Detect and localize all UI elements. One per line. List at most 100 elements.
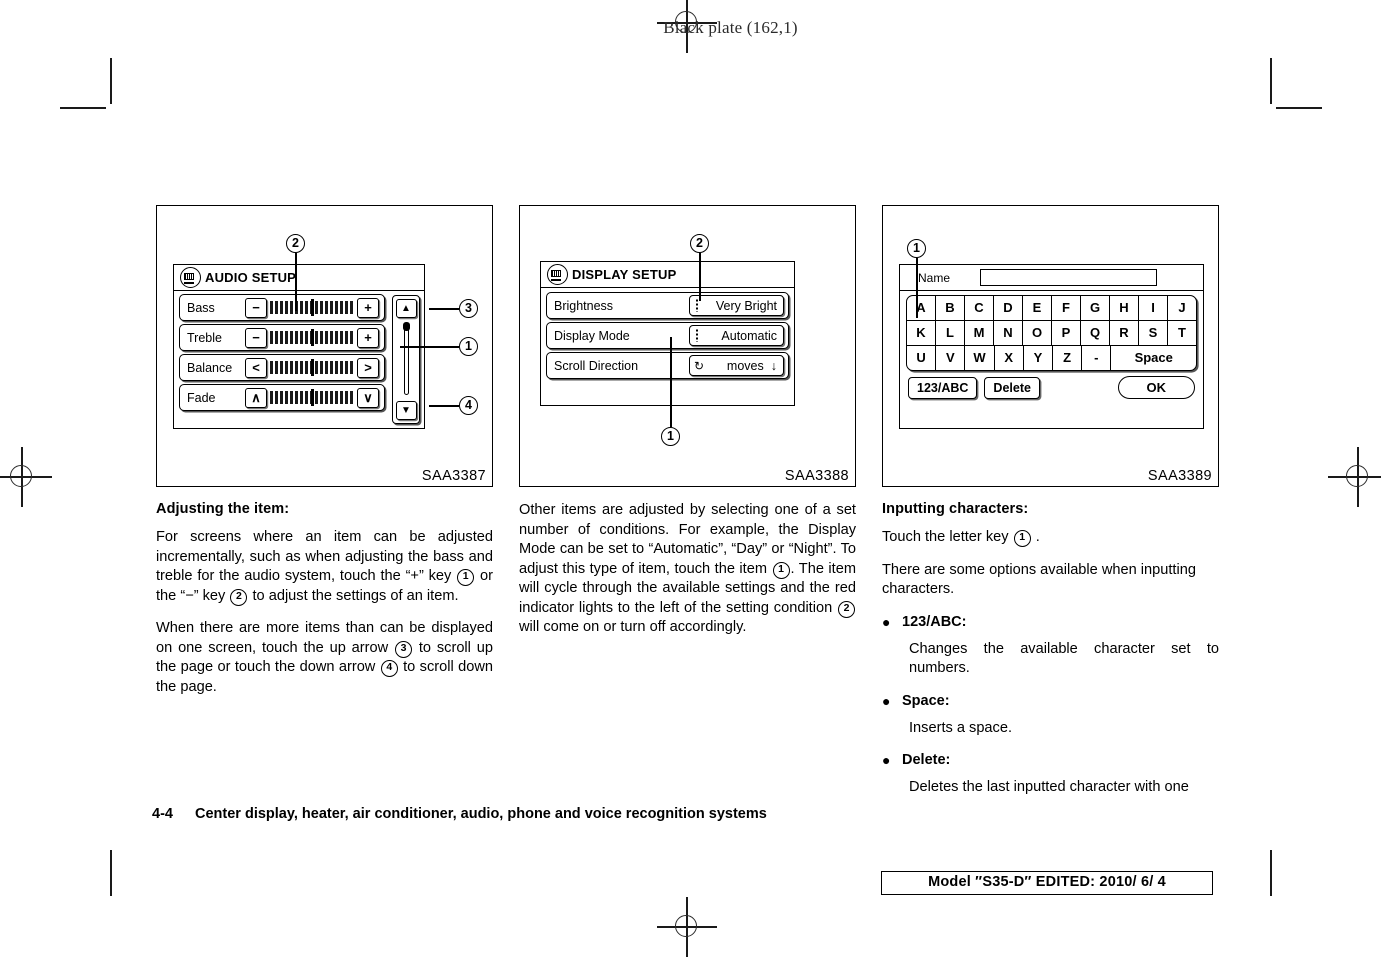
para-touch-text-a: Touch the letter key	[882, 529, 1009, 545]
key-d[interactable]: D	[993, 296, 1022, 320]
key-space[interactable]: Space	[1110, 346, 1196, 370]
key-r[interactable]: R	[1109, 321, 1138, 345]
audio-row-fade[interactable]: Fade ∧ ∨	[179, 384, 385, 411]
bullet-item-123abc: ● 123/ABC:	[882, 613, 1219, 632]
scrollbar-thumb[interactable]	[403, 322, 410, 331]
registration-mark-right	[1328, 447, 1381, 507]
bass-slider-track[interactable]	[270, 299, 354, 316]
bass-slider-marker	[311, 299, 314, 316]
key-h[interactable]: H	[1109, 296, 1138, 320]
key-v[interactable]: V	[935, 346, 964, 370]
fade-slider-track[interactable]	[270, 389, 354, 406]
scroll-up-arrow-icon[interactable]: ▲	[395, 299, 417, 318]
display-mode-value: Automatic	[721, 328, 777, 343]
bullet-item-space: ● Space:	[882, 692, 1219, 711]
bass-minus-button[interactable]: −	[245, 297, 267, 318]
figure-id-display: SAA3388	[784, 468, 849, 484]
figure-audio-setup: 2 3 1 4 AUDIO SETUP Bass − + Treble − + …	[156, 205, 493, 487]
key-i[interactable]: I	[1138, 296, 1167, 320]
audio-scrollbar[interactable]: ▲ ▼	[392, 295, 420, 424]
callout-1-keyboard: 1	[907, 239, 926, 258]
balance-right-button[interactable]: >	[357, 357, 379, 378]
callout-1-display: 1	[661, 427, 680, 446]
key-n[interactable]: N	[993, 321, 1022, 345]
keyboard-grid: A B C D E F G H I J K L M N O P Q R S T …	[906, 295, 1197, 371]
display-setup-screen: DISPLAY SETUP Brightness Very Bright Dis…	[540, 261, 795, 406]
audio-setup-title-bar: AUDIO SETUP	[174, 265, 424, 291]
para-adjust-text-c: to adjust the settings of an item.	[252, 587, 459, 604]
key-l[interactable]: L	[935, 321, 964, 345]
crop-mark-top-right-horizontal	[1276, 107, 1322, 109]
display-row-brightness-label: Brightness	[554, 298, 614, 313]
paragraph-adjust-item: For screens where an item can be adjuste…	[156, 528, 493, 606]
crop-mark-top-right-vertical	[1270, 58, 1272, 104]
name-input[interactable]	[980, 269, 1157, 286]
inline-callout-2: 2	[230, 588, 248, 606]
key-x[interactable]: X	[993, 346, 1023, 370]
display-row-scroll-direction[interactable]: Scroll Direction ↻ moves ↓	[546, 352, 789, 379]
inline-callout-1: 1	[1013, 530, 1031, 547]
brightness-value-button[interactable]: Very Bright	[689, 295, 784, 316]
down-arrow-icon: ↓	[770, 358, 777, 373]
scroll-down-arrow-icon[interactable]: ▼	[395, 401, 417, 420]
key-c[interactable]: C	[964, 296, 993, 320]
para-adjust-text-a: For screens where an item can be adjuste…	[156, 529, 493, 584]
audio-row-balance-label: Balance	[187, 360, 233, 375]
key-g[interactable]: G	[1080, 296, 1109, 320]
fade-slider-marker	[311, 389, 314, 406]
fade-down-button[interactable]: ∨	[357, 387, 379, 408]
paragraph-other-items: Other items are adjusted by selecting on…	[519, 501, 856, 638]
display-row-display-mode[interactable]: Display Mode Automatic	[546, 322, 789, 349]
display-setup-title: DISPLAY SETUP	[572, 267, 677, 282]
delete-button[interactable]: Delete	[984, 376, 1040, 399]
audio-row-treble[interactable]: Treble − +	[179, 324, 385, 351]
leader-callout-3-audio	[429, 308, 459, 310]
scroll-direction-value-button[interactable]: ↻ moves ↓	[689, 355, 784, 376]
display-row-brightness[interactable]: Brightness Very Bright	[546, 292, 789, 319]
scrollbar-track[interactable]	[404, 324, 409, 395]
fade-up-button[interactable]: ∧	[245, 387, 267, 408]
balance-left-button[interactable]: <	[245, 357, 267, 378]
key-q[interactable]: Q	[1080, 321, 1109, 345]
keyboard-screen: Name A B C D E F G H I J K L M N O P Q R…	[899, 264, 1204, 429]
key-u[interactable]: U	[907, 346, 935, 370]
audio-row-bass[interactable]: Bass − +	[179, 294, 385, 321]
balance-slider-track[interactable]	[270, 359, 354, 376]
key-hyphen[interactable]: -	[1081, 346, 1110, 370]
key-k[interactable]: K	[907, 321, 935, 345]
keyboard-bottom-bar: 123/ABC Delete OK	[908, 376, 1195, 399]
display-mode-value-button[interactable]: Automatic	[689, 325, 784, 346]
key-t[interactable]: T	[1167, 321, 1196, 345]
column-three: 1 Name A B C D E F G H I J K L M N O P Q…	[882, 205, 1219, 811]
treble-plus-button[interactable]: +	[357, 327, 379, 348]
key-e[interactable]: E	[1022, 296, 1051, 320]
key-m[interactable]: M	[964, 321, 993, 345]
figure-keyboard: 1 Name A B C D E F G H I J K L M N O P Q…	[882, 205, 1219, 487]
page-header: Black plate (162,1)	[0, 18, 1381, 38]
key-s[interactable]: S	[1138, 321, 1167, 345]
bass-plus-button[interactable]: +	[357, 297, 379, 318]
display-icon	[180, 267, 201, 288]
leader-callout-1-display	[670, 337, 672, 427]
key-p[interactable]: P	[1051, 321, 1080, 345]
inline-callout-4: 4	[380, 660, 398, 677]
key-y[interactable]: Y	[1022, 346, 1052, 370]
key-z[interactable]: Z	[1052, 346, 1081, 370]
model-edition-box: Model ″S35-D″ EDITED: 2010/ 6/ 4	[881, 871, 1213, 895]
key-a[interactable]: A	[907, 296, 935, 320]
treble-minus-button[interactable]: −	[245, 327, 267, 348]
key-w[interactable]: W	[964, 346, 993, 370]
ok-button[interactable]: OK	[1117, 376, 1195, 399]
key-j[interactable]: J	[1167, 296, 1196, 320]
treble-slider-track[interactable]	[270, 329, 354, 346]
balance-slider-marker	[311, 359, 314, 376]
audio-row-balance[interactable]: Balance < >	[179, 354, 385, 381]
key-b[interactable]: B	[935, 296, 964, 320]
key-o[interactable]: O	[1022, 321, 1051, 345]
keyboard-row-2: K L M N O P Q R S T	[907, 320, 1196, 345]
bullet-term-delete: Delete:	[902, 752, 951, 768]
key-f[interactable]: F	[1051, 296, 1080, 320]
bullet-item-delete: ● Delete:	[882, 751, 1219, 770]
heading-adjusting-the-item: Adjusting the item:	[156, 501, 290, 517]
mode-toggle-button[interactable]: 123/ABC	[908, 376, 978, 399]
